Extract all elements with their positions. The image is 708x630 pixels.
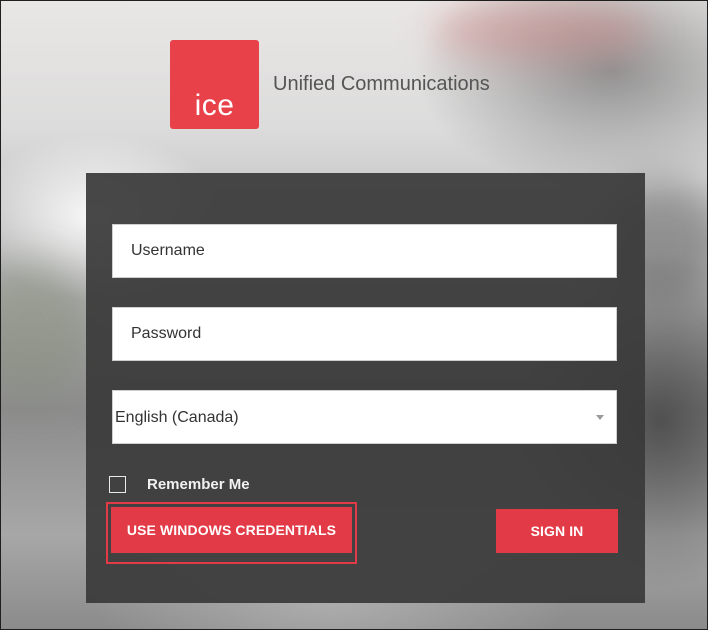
use-windows-credentials-button[interactable]: USE WINDOWS CREDENTIALS xyxy=(111,507,352,553)
background-blur xyxy=(1,261,91,401)
username-field[interactable]: Username xyxy=(112,224,617,278)
remember-checkbox[interactable] xyxy=(109,476,126,493)
ice-logo: ice xyxy=(170,40,259,129)
remember-label: Remember Me xyxy=(147,476,250,493)
background-blur xyxy=(431,1,651,61)
password-field[interactable]: Password xyxy=(112,307,617,361)
sign-in-button[interactable]: SIGN IN xyxy=(496,509,618,553)
language-select[interactable]: English (Canada) xyxy=(112,390,617,444)
chevron-down-icon[interactable] xyxy=(596,415,604,420)
username-placeholder: Username xyxy=(131,242,205,259)
app-title: Unified Communications xyxy=(273,73,490,95)
logo-text: ice xyxy=(194,89,235,122)
remember-me[interactable]: Remember Me xyxy=(109,476,250,493)
language-selected: English (Canada) xyxy=(115,409,239,426)
password-placeholder: Password xyxy=(131,325,202,342)
